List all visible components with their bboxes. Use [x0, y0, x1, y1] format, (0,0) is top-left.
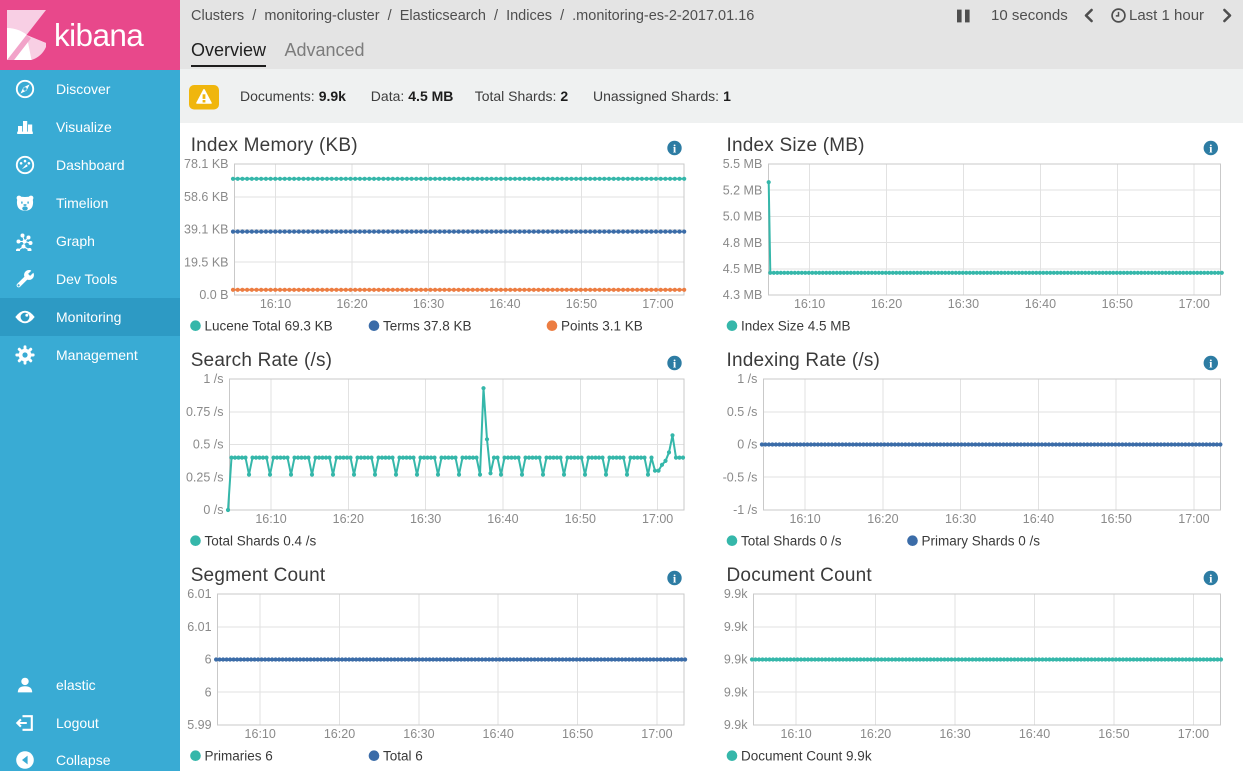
svg-text:Points 3.1 KB: Points 3.1 KB — [561, 319, 643, 334]
svg-text:16:30: 16:30 — [945, 512, 976, 526]
svg-text:78.1 KB: 78.1 KB — [184, 157, 228, 171]
svg-text:16:30: 16:30 — [413, 297, 444, 311]
svg-text:17:00: 17:00 — [642, 512, 673, 526]
svg-text:4.5 MB: 4.5 MB — [723, 262, 763, 276]
svg-text:4.8 MB: 4.8 MB — [723, 236, 763, 250]
svg-text:0 /s: 0 /s — [737, 438, 757, 452]
svg-text:16:20: 16:20 — [324, 727, 355, 741]
svg-text:Lucene Total 69.3 KB: Lucene Total 69.3 KB — [205, 319, 333, 334]
svg-text:16:50: 16:50 — [1102, 297, 1133, 311]
svg-text:6.01: 6.01 — [187, 587, 211, 601]
svg-text:16:40: 16:40 — [483, 727, 514, 741]
svg-text:Primaries 6: Primaries 6 — [205, 749, 273, 764]
svg-text:Index Size 4.5 MB: Index Size 4.5 MB — [741, 319, 851, 334]
svg-text:6: 6 — [205, 686, 212, 700]
svg-text:16:50: 16:50 — [565, 512, 596, 526]
svg-text:16:40: 16:40 — [487, 512, 518, 526]
svg-text:0.75 /s: 0.75 /s — [186, 405, 224, 419]
svg-text:16:50: 16:50 — [566, 297, 597, 311]
svg-text:9.9k: 9.9k — [724, 686, 748, 700]
svg-text:Document Count 9.9k: Document Count 9.9k — [741, 749, 872, 764]
svg-text:Index Size (MB): Index Size (MB) — [727, 135, 865, 156]
svg-text:16:30: 16:30 — [403, 727, 434, 741]
svg-text:17:00: 17:00 — [641, 727, 672, 741]
svg-text:16:10: 16:10 — [260, 297, 291, 311]
svg-text:16:50: 16:50 — [1101, 512, 1132, 526]
svg-text:0 /s: 0 /s — [203, 503, 223, 517]
svg-text:1 /s: 1 /s — [737, 372, 757, 386]
svg-text:Indexing Rate (/s): Indexing Rate (/s) — [727, 350, 881, 371]
svg-text:Search Rate (/s): Search Rate (/s) — [191, 350, 333, 371]
svg-text:5.5 MB: 5.5 MB — [723, 157, 763, 171]
svg-text:17:00: 17:00 — [642, 297, 673, 311]
svg-text:16:20: 16:20 — [333, 512, 364, 526]
svg-text:5.99: 5.99 — [187, 718, 211, 732]
svg-text:9.9k: 9.9k — [724, 718, 748, 732]
svg-text:17:00: 17:00 — [1178, 512, 1209, 526]
svg-text:0.5 /s: 0.5 /s — [727, 405, 758, 419]
svg-text:9.9k: 9.9k — [724, 587, 748, 601]
svg-text:16:30: 16:30 — [939, 727, 970, 741]
svg-text:16:20: 16:20 — [336, 297, 367, 311]
svg-text:1 /s: 1 /s — [203, 372, 223, 386]
svg-text:16:10: 16:10 — [255, 512, 286, 526]
svg-text:Total Shards 0.4 /s: Total Shards 0.4 /s — [205, 534, 317, 549]
svg-text:5.0 MB: 5.0 MB — [723, 210, 763, 224]
svg-text:16:30: 16:30 — [948, 297, 979, 311]
svg-text:16:40: 16:40 — [1023, 512, 1054, 526]
svg-text:16:10: 16:10 — [789, 512, 820, 526]
svg-text:-0.5 /s: -0.5 /s — [723, 470, 758, 484]
svg-text:5.2 MB: 5.2 MB — [723, 183, 763, 197]
svg-text:Total Shards 0 /s: Total Shards 0 /s — [741, 534, 842, 549]
svg-text:16:50: 16:50 — [562, 727, 593, 741]
svg-text:16:40: 16:40 — [1019, 727, 1050, 741]
svg-text:Terms 37.8 KB: Terms 37.8 KB — [383, 319, 472, 334]
svg-text:4.3 MB: 4.3 MB — [723, 288, 763, 302]
svg-text:16:30: 16:30 — [410, 512, 441, 526]
svg-text:0.25 /s: 0.25 /s — [186, 470, 224, 484]
svg-text:16:40: 16:40 — [1025, 297, 1056, 311]
svg-text:Segment Count: Segment Count — [191, 565, 326, 586]
svg-text:16:10: 16:10 — [245, 727, 276, 741]
svg-text:Total 6: Total 6 — [383, 749, 423, 764]
svg-text:Index Memory (KB): Index Memory (KB) — [191, 135, 358, 156]
svg-text:16:50: 16:50 — [1098, 727, 1129, 741]
svg-text:9.9k: 9.9k — [724, 620, 748, 634]
svg-text:16:20: 16:20 — [860, 727, 891, 741]
svg-text:16:10: 16:10 — [780, 727, 811, 741]
svg-text:16:20: 16:20 — [871, 297, 902, 311]
svg-text:Document Count: Document Count — [727, 565, 873, 586]
svg-text:6.01: 6.01 — [187, 620, 211, 634]
svg-text:Primary Shards 0 /s: Primary Shards 0 /s — [922, 534, 1041, 549]
svg-text:17:00: 17:00 — [1179, 297, 1210, 311]
svg-text:6: 6 — [205, 653, 212, 667]
svg-text:0.0 B: 0.0 B — [199, 288, 228, 302]
svg-text:16:40: 16:40 — [489, 297, 520, 311]
svg-text:0.5 /s: 0.5 /s — [193, 438, 224, 452]
svg-text:19.5 KB: 19.5 KB — [184, 255, 228, 269]
svg-text:58.6 KB: 58.6 KB — [184, 190, 228, 204]
svg-text:-1 /s: -1 /s — [733, 503, 757, 517]
svg-text:39.1 KB: 39.1 KB — [184, 223, 228, 237]
svg-text:16:10: 16:10 — [794, 297, 825, 311]
svg-text:17:00: 17:00 — [1178, 727, 1209, 741]
svg-text:9.9k: 9.9k — [724, 653, 748, 667]
svg-text:16:20: 16:20 — [867, 512, 898, 526]
